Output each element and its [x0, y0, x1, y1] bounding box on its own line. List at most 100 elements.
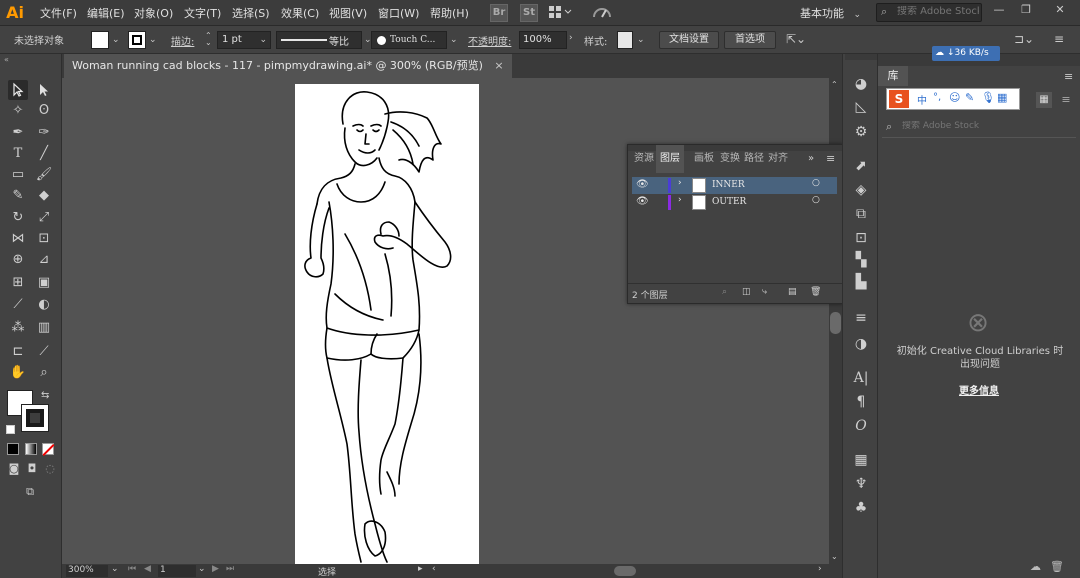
align-menu-icon[interactable]: ⇱⌄ — [786, 32, 806, 46]
gradient-tool-icon[interactable]: ▣ — [34, 273, 54, 293]
screen-mode-icon[interactable]: ⧉ — [20, 482, 40, 502]
stroke-swatch[interactable] — [128, 31, 146, 49]
tab-assets[interactable]: 资源 — [634, 145, 654, 173]
color-guide-icon[interactable]: ◕ — [851, 74, 871, 94]
stroke-weight-field[interactable]: 1 pt ⌄ — [217, 31, 271, 49]
free-transform-tool-icon[interactable]: ⊡ — [34, 229, 54, 249]
preferences-button[interactable]: 首选项 — [724, 31, 776, 49]
workspace-switcher[interactable]: 基本功能 ⌄ — [800, 5, 861, 21]
mesh-tool-icon[interactable]: ⊞ — [8, 273, 28, 293]
transform-icon[interactable]: ⊐⌄ — [1014, 32, 1034, 46]
chevron-down-icon[interactable]: ⌄ — [111, 564, 119, 574]
menu-object[interactable]: 对象(O) — [134, 5, 173, 21]
tab-transform[interactable]: 变换 — [720, 145, 740, 173]
artboards-icon[interactable]: ⧉ — [851, 204, 871, 224]
minimize-button[interactable]: — — [988, 2, 1010, 18]
layer-name[interactable]: OUTER — [712, 197, 746, 207]
chevron-down-icon[interactable]: ⌄ — [198, 564, 206, 574]
hand-tool-icon[interactable]: ✋ — [8, 363, 28, 383]
shape-builder-tool-icon[interactable]: ⊕ — [8, 250, 28, 270]
chevron-right-icon[interactable]: › — [569, 33, 573, 43]
character-icon[interactable]: A| — [851, 368, 871, 388]
bridge-button[interactable]: Br — [490, 4, 508, 22]
restore-button[interactable]: ❐ — [1015, 2, 1037, 18]
status-menu-icon[interactable]: ▸ — [418, 564, 423, 574]
transform-icon[interactable]: ⊡ — [851, 228, 871, 248]
new-layer-icon[interactable]: ▤ — [788, 287, 797, 297]
target-circle-icon[interactable]: ○ — [812, 178, 820, 188]
first-artboard-icon[interactable]: ⏮ — [128, 564, 136, 574]
variable-width-profile[interactable]: 等比 — [276, 31, 362, 49]
swatches-icon[interactable]: ▦ — [851, 450, 871, 470]
voice-icon[interactable]: 🎙 — [981, 91, 995, 104]
panel-menu-icon[interactable]: ≡ — [826, 152, 835, 165]
opentype-icon[interactable]: O — [851, 416, 871, 436]
chevron-down-icon[interactable]: ⌄ — [112, 35, 120, 45]
align-icon[interactable]: ▚ — [851, 250, 871, 270]
next-artboard-icon[interactable]: ▶ — [212, 564, 219, 574]
opacity-label[interactable]: 不透明度: — [468, 33, 511, 48]
paintbrush-tool-icon[interactable]: 🖌 — [34, 165, 54, 185]
library-search-box[interactable]: ⌕ — [882, 118, 1076, 138]
none-mode-icon[interactable] — [42, 443, 55, 457]
symbols-icon[interactable]: ♣ — [851, 498, 871, 518]
menu-file[interactable]: 文件(F) — [40, 5, 77, 21]
eraser-tool-icon[interactable]: ◆ — [34, 186, 54, 206]
perspective-grid-tool-icon[interactable]: ⊿ — [34, 250, 54, 270]
artboard[interactable] — [295, 84, 479, 564]
scroll-right-icon[interactable]: › — [818, 564, 822, 574]
graphic-style-swatch[interactable] — [617, 31, 633, 49]
horizontal-scroll-thumb[interactable] — [614, 566, 636, 576]
panel-menu-icon[interactable]: ≡ — [1064, 70, 1073, 83]
layer-row-outer[interactable]: 👁 › OUTER ○ — [632, 194, 837, 211]
pen-tool-icon[interactable]: ✒ — [8, 123, 28, 143]
curvature-tool-icon[interactable]: ✑ — [34, 123, 54, 143]
trash-icon[interactable]: 🗑 — [810, 287, 821, 297]
zoom-tool-icon[interactable]: ⌕ — [34, 363, 54, 383]
cloud-sync-icon[interactable]: ☁ — [1030, 560, 1041, 573]
tab-libraries[interactable]: 库 — [878, 66, 908, 86]
fill-swatch[interactable] — [91, 31, 109, 49]
brushes-icon[interactable]: ♆ — [851, 474, 871, 494]
chevron-down-icon[interactable]: ⌄ — [149, 35, 157, 45]
make-clipping-mask-icon[interactable]: ◫ — [742, 287, 751, 297]
direct-selection-tool-icon[interactable] — [34, 80, 54, 100]
menu-help[interactable]: 帮助(H) — [430, 5, 469, 21]
chevron-down-icon[interactable]: ⌄ — [450, 35, 458, 45]
more-info-link[interactable]: 更多信息 — [938, 382, 1020, 397]
draw-normal-icon[interactable]: ◙ — [4, 459, 24, 479]
stock-search-box[interactable]: ⌕ — [876, 3, 982, 22]
visibility-eye-icon[interactable]: 👁 — [636, 179, 649, 190]
document-setup-button[interactable]: 文档设置 — [659, 31, 719, 49]
menu-window[interactable]: 窗口(W) — [378, 5, 419, 21]
export-icon[interactable]: ⬈ — [851, 156, 871, 176]
chinese-mode-icon[interactable]: 中 — [917, 92, 927, 107]
scroll-up-icon[interactable]: ⌃ — [831, 80, 838, 89]
menu-type[interactable]: 文字(T) — [184, 5, 221, 21]
artboard-tool-icon[interactable]: ⊏ — [8, 342, 28, 362]
arrange-documents-icon[interactable] — [548, 5, 574, 22]
line-tool-icon[interactable]: ╱ — [34, 144, 54, 164]
visibility-eye-icon[interactable]: 👁 — [636, 196, 649, 207]
stepper-icon[interactable]: ⌃ ⌄ — [205, 32, 212, 47]
expand-chevron-icon[interactable]: › — [678, 195, 682, 205]
menu-edit[interactable]: 编辑(E) — [87, 5, 125, 21]
layers-icon[interactable]: ◈ — [851, 180, 871, 200]
trash-icon[interactable]: 🗑 — [1050, 560, 1064, 573]
layer-name[interactable]: INNER — [712, 180, 745, 190]
shaper-tool-icon[interactable]: ✎ — [8, 186, 28, 206]
vertical-scroll-thumb[interactable] — [830, 312, 841, 334]
locate-object-icon[interactable]: ⌕ — [722, 287, 727, 297]
stock-button[interactable]: St — [520, 4, 538, 22]
color-mode-icon[interactable] — [7, 443, 19, 455]
new-sublayer-icon[interactable]: ⤷ — [762, 287, 767, 297]
menu-view[interactable]: 视图(V) — [329, 5, 367, 21]
magic-wand-tool-icon[interactable]: ✧ — [8, 101, 28, 121]
target-circle-icon[interactable]: ○ — [812, 195, 820, 205]
brush-definition[interactable]: Touch C... — [371, 31, 447, 49]
scroll-down-icon[interactable]: ⌄ — [831, 552, 838, 561]
library-search-input[interactable] — [902, 121, 1072, 131]
close-window-button[interactable]: ✕ — [1049, 2, 1071, 18]
previous-artboard-icon[interactable]: ◀ — [144, 564, 151, 574]
tab-pathfinder[interactable]: 路径 — [744, 145, 764, 173]
